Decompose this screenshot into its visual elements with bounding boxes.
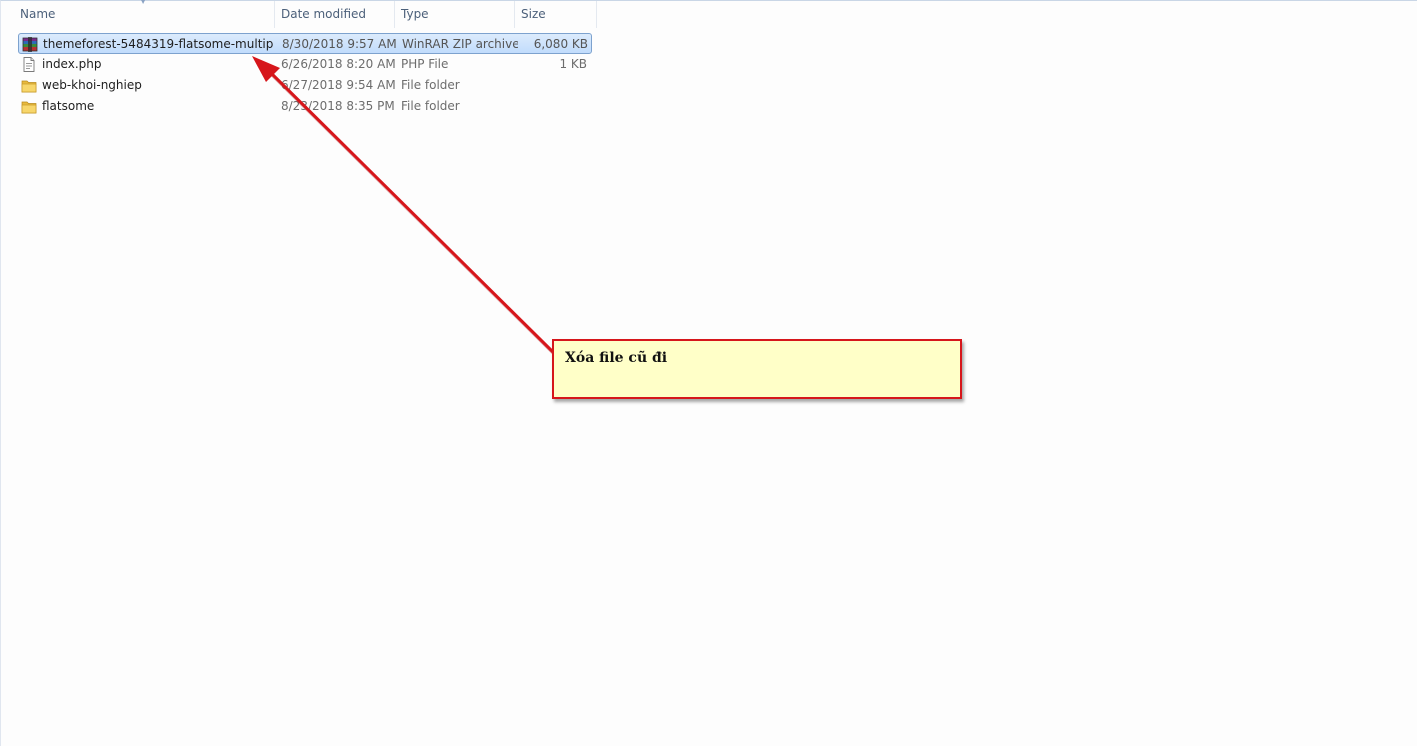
file-size	[512, 96, 587, 117]
column-header-row: ▼ Name Date modified Type Size	[1, 0, 597, 28]
file-date-modified: 8/23/2018 8:35 PM	[281, 99, 395, 113]
column-header-name[interactable]: Name	[14, 1, 275, 28]
file-type: File folder	[401, 78, 460, 92]
folder-icon	[21, 96, 39, 117]
winrar-archive-icon	[22, 34, 40, 55]
file-name[interactable]: web-khoi-nghiep	[42, 75, 272, 96]
file-date-modified: 6/27/2018 9:54 AM	[281, 78, 396, 92]
column-header-type[interactable]: Type	[395, 1, 515, 28]
folder-icon	[21, 75, 39, 96]
file-size: 6,080 KB	[533, 37, 588, 51]
file-row-flatsome[interactable]: flatsome 8/23/2018 8:35 PM File folder	[18, 96, 592, 117]
file-size: 1 KB	[559, 57, 587, 71]
file-name[interactable]: index.php	[42, 54, 272, 75]
file-date-modified: 8/30/2018 9:57 AM	[282, 37, 397, 51]
file-row-web-khoi-nghiep[interactable]: web-khoi-nghiep 6/27/2018 9:54 AM File f…	[18, 75, 592, 96]
file-type: PHP File	[401, 57, 449, 71]
file-name[interactable]: flatsome	[42, 96, 272, 117]
column-header-date-modified[interactable]: Date modified	[275, 1, 395, 28]
column-header-size[interactable]: Size	[515, 1, 597, 28]
file-type: File folder	[401, 99, 460, 113]
annotation-callout: Xóa file cũ đi	[552, 339, 962, 399]
php-file-icon	[21, 54, 39, 75]
file-size	[512, 75, 587, 96]
file-name[interactable]: themeforest-5484319-flatsome-multipur...	[43, 34, 273, 55]
file-type: WinRAR ZIP archive	[402, 37, 518, 51]
file-row-archive[interactable]: themeforest-5484319-flatsome-multipur...…	[18, 33, 592, 54]
file-date-modified: 6/26/2018 8:20 AM	[281, 57, 396, 71]
file-row-index-php[interactable]: index.php 6/26/2018 8:20 AM PHP File 1 K…	[18, 54, 592, 75]
annotation-text: Xóa file cũ đi	[565, 350, 668, 366]
